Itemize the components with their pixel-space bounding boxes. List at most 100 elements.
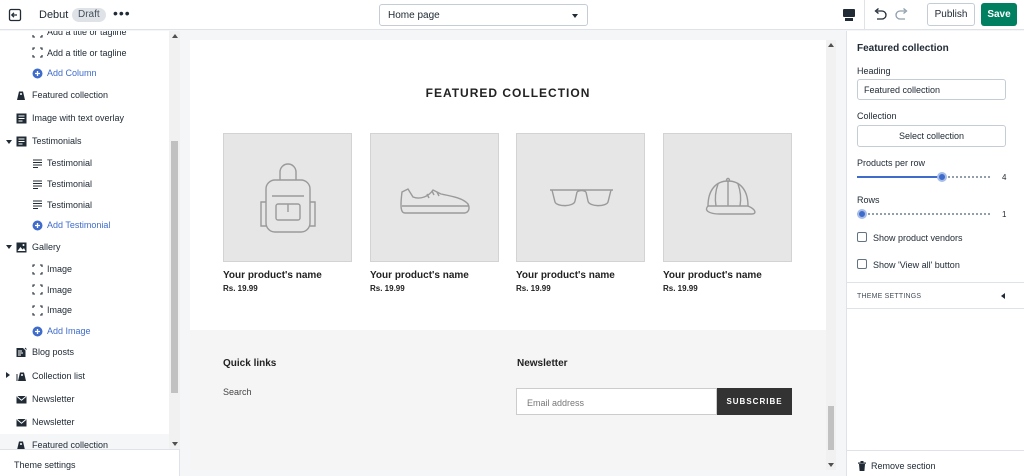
sidebar-item-collection-list[interactable]: Collection list	[0, 365, 169, 388]
toolbar-divider	[864, 0, 865, 30]
sidebar-item-testimonial[interactable]: Testimonial	[0, 195, 169, 216]
page-select[interactable]: Home page	[379, 4, 588, 26]
sidebar-item-label: Add Column	[47, 68, 97, 79]
heading-label: Heading	[857, 66, 891, 76]
sidebar-item-label: Add Testimonial	[47, 220, 111, 231]
sidebar-item-image[interactable]: Image	[0, 259, 169, 280]
sidebar-item-featured-collection[interactable]: Featured collection	[0, 84, 169, 107]
product-image[interactable]	[223, 133, 352, 262]
sidebar-item-testimonial[interactable]: Testimonial	[0, 153, 169, 174]
scroll-down-arrow-icon[interactable]	[172, 442, 178, 446]
scrollbar-thumb[interactable]	[171, 141, 178, 393]
select-collection-button[interactable]: Select collection	[857, 125, 1006, 147]
product-card[interactable]: Your product's name Rs. 19.99	[663, 133, 792, 293]
sidebar-item-testimonial[interactable]: Testimonial	[0, 174, 169, 195]
sidebar-item-label: Add Image	[47, 325, 91, 336]
theme-settings-toggle[interactable]: THEME SETTINGS	[857, 293, 921, 300]
sidebar-item-add-a-title-or-tagline[interactable]: Add a title or tagline	[0, 43, 169, 64]
sidebar-item-label: Newsletter	[32, 393, 75, 404]
sidebar-scrollbar[interactable]	[169, 31, 180, 449]
products-per-row-value: 4	[1002, 173, 1007, 182]
product-name[interactable]: Your product's name	[223, 270, 352, 281]
chevron-right-icon[interactable]	[6, 371, 10, 378]
more-actions-icon[interactable]: •••	[113, 6, 131, 20]
save-button[interactable]: Save	[981, 3, 1017, 26]
product-card[interactable]: Your product's name Rs. 19.99	[223, 133, 352, 293]
scroll-up-arrow-icon[interactable]	[828, 43, 834, 47]
products-per-row-slider[interactable]	[857, 172, 990, 182]
sidebar-item-newsletter[interactable]: Newsletter	[0, 411, 169, 434]
product-price: Rs. 19.99	[663, 284, 698, 293]
subscribe-button[interactable]: SUBSCRIBE	[717, 388, 792, 415]
sidebar-item-gallery[interactable]: Gallery	[0, 236, 169, 259]
publish-button[interactable]: Publish	[927, 3, 975, 26]
panel-divider	[847, 308, 1024, 309]
store-preview[interactable]: FEATURED COLLECTION Your product's name …	[190, 40, 826, 470]
product-image[interactable]	[370, 133, 499, 262]
page-select-value: Home page	[388, 10, 440, 21]
theme-name: Debut	[39, 9, 69, 21]
product-card[interactable]: Your product's name Rs. 19.99	[516, 133, 645, 293]
chevron-left-icon[interactable]	[1001, 293, 1005, 299]
sidebar-item-add-a-title-or-tagline[interactable]: Add a title or tagline	[0, 31, 169, 43]
sidebar-item-featured-collection[interactable]: Featured collection	[0, 434, 169, 449]
store-footer: Quick links Search Newsletter Email addr…	[190, 330, 826, 470]
desktop-icon[interactable]	[842, 7, 856, 23]
show-vendors-checkbox[interactable]	[857, 232, 867, 242]
sidebar-item-image[interactable]: Image	[0, 280, 169, 301]
products-per-row-label: Products per row	[857, 158, 926, 168]
exit-icon[interactable]	[8, 8, 22, 22]
search-link[interactable]: Search	[223, 387, 252, 397]
sidebar-item-label: Image	[47, 305, 73, 316]
sidebar-item-label: Testimonial	[47, 179, 93, 189]
sidebar-item-add-column[interactable]: Add Column	[0, 63, 169, 84]
rows-slider[interactable]	[857, 209, 990, 219]
sidebar-item-label: Testimonials	[32, 136, 82, 147]
preview-area: FEATURED COLLECTION Your product's name …	[181, 31, 846, 476]
theme-settings-link[interactable]: Theme settings	[0, 449, 180, 476]
section-title: FEATURED COLLECTION	[425, 86, 591, 100]
sneaker-icon	[400, 188, 470, 214]
preview-scrollbar[interactable]	[826, 40, 836, 470]
product-image[interactable]	[663, 133, 792, 262]
product-name[interactable]: Your product's name	[370, 270, 499, 281]
email-field[interactable]: Email address	[516, 388, 717, 415]
sidebar-item-label: Testimonial	[47, 199, 93, 210]
sidebar-item-label: Image	[47, 284, 73, 295]
scrollbar-thumb[interactable]	[828, 406, 834, 450]
product-name[interactable]: Your product's name	[516, 270, 645, 281]
sidebar-item-image-with-text-overlay[interactable]: Image with text overlay	[0, 107, 169, 130]
undo-icon[interactable]	[872, 7, 888, 23]
sidebar-item-label: Newsletter	[32, 417, 75, 427]
sidebar-item-image[interactable]: Image	[0, 300, 169, 321]
heading-field[interactable]: Featured collection	[857, 79, 1006, 100]
product-price: Rs. 19.99	[370, 284, 405, 293]
sidebar-item-label: Add a title or tagline	[47, 47, 127, 58]
scroll-down-arrow-icon[interactable]	[828, 463, 834, 467]
sidebar-item-add-testimonial[interactable]: Add Testimonial	[0, 215, 169, 236]
slider-handle[interactable]	[857, 209, 867, 219]
product-image[interactable]	[516, 133, 645, 262]
sidebar-item-add-image[interactable]: Add Image	[0, 321, 169, 342]
top-bar: Debut Draft ••• Home page Publish Save	[0, 0, 1024, 30]
sidebar-item-newsletter[interactable]: Newsletter	[0, 388, 169, 411]
show-view-all-label[interactable]: Show 'View all' button	[873, 260, 960, 270]
sidebar-item-label: Featured collection	[32, 440, 109, 449]
sidebar-item-label: Featured collection	[32, 89, 109, 100]
slider-handle[interactable]	[937, 172, 947, 182]
chevron-down-icon[interactable]	[6, 245, 12, 250]
panel-divider	[847, 282, 1024, 283]
sidebar-item-label: Gallery	[32, 241, 61, 252]
heading-value: Featured collection	[864, 85, 941, 95]
sidebar-item-testimonials[interactable]: Testimonials	[0, 130, 169, 153]
redo-icon[interactable]	[894, 7, 910, 23]
product-name[interactable]: Your product's name	[663, 270, 792, 281]
scroll-up-arrow-icon[interactable]	[172, 34, 178, 38]
show-vendors-label[interactable]: Show product vendors	[873, 233, 963, 243]
product-card[interactable]: Your product's name Rs. 19.99	[370, 133, 499, 293]
sidebar-item-label: Image with text overlay	[32, 113, 125, 123]
chevron-down-icon[interactable]	[6, 139, 12, 144]
remove-section-label: Remove section	[871, 461, 936, 471]
show-view-all-checkbox[interactable]	[857, 259, 867, 269]
sidebar-item-blog-posts[interactable]: Blog posts	[0, 341, 169, 364]
